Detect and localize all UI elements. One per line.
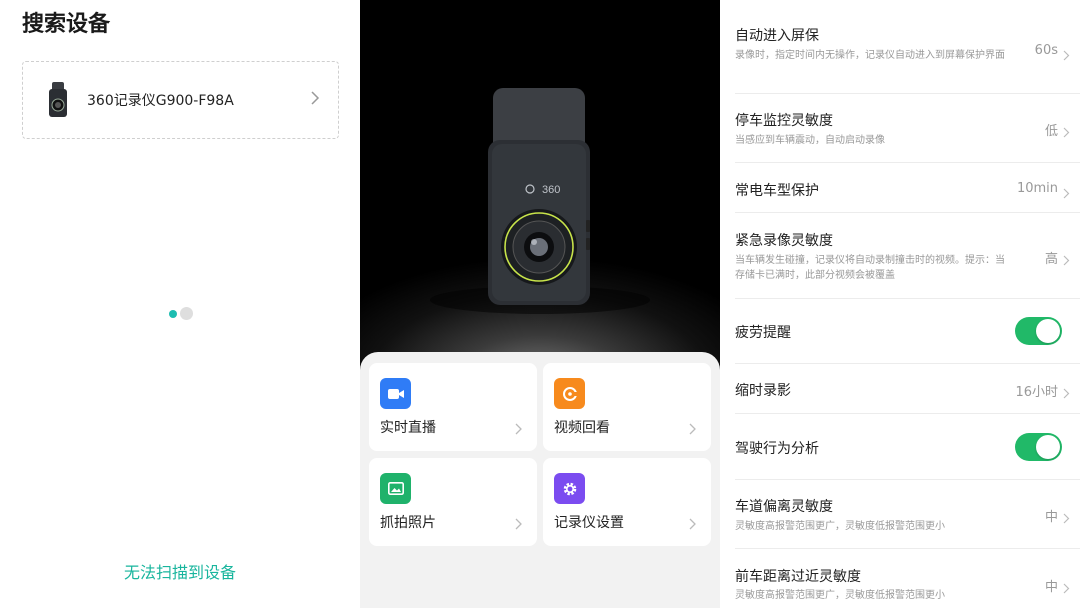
dashcam-thumbnail-icon bbox=[48, 82, 68, 118]
chevron-right-icon bbox=[1063, 184, 1070, 203]
driving-analysis-toggle[interactable] bbox=[1015, 433, 1062, 461]
chevron-right-icon bbox=[515, 515, 523, 534]
setting-row-driving-analysis: 驾驶行为分析 bbox=[735, 414, 1080, 480]
video-camera-icon bbox=[380, 378, 411, 409]
device-name: 360记录仪G900-F98A bbox=[87, 93, 234, 109]
device-hero-banner: 360 bbox=[360, 0, 720, 370]
setting-title: 驾驶行为分析 bbox=[735, 441, 819, 457]
setting-title: 紧急录像灵敏度 bbox=[735, 233, 833, 249]
snapshot-photos-tile[interactable]: 抓拍照片 bbox=[369, 458, 537, 546]
brand-logo-text: 360 bbox=[542, 184, 560, 196]
loading-dot bbox=[180, 307, 193, 320]
setting-title: 自动进入屏保 bbox=[735, 28, 819, 44]
chevron-right-icon bbox=[689, 515, 697, 534]
chevron-right-icon bbox=[515, 420, 523, 439]
recorder-settings-screen: 自动进入屏保 录像时，指定时间内无操作，记录仪自动进入到屏幕保护界面 60s 停… bbox=[720, 0, 1080, 608]
setting-row-fatigue-reminder: 疲劳提醒 bbox=[735, 299, 1080, 364]
setting-value: 低 bbox=[1044, 124, 1058, 139]
setting-description: 当感应到车辆震动，自动启动录像 bbox=[735, 135, 885, 146]
gear-icon bbox=[554, 473, 585, 504]
tile-label: 视频回看 bbox=[554, 420, 610, 436]
toggle-knob bbox=[1036, 435, 1060, 459]
function-panel: 实时直播 视频回看 抓拍照片 记录仪设置 bbox=[360, 352, 720, 608]
chevron-right-icon bbox=[1063, 123, 1070, 142]
setting-title: 前车距离过近灵敏度 bbox=[735, 569, 861, 585]
device-home-screen: 360 实时直播 视频回看 抓拍照片 记录仪设置 bbox=[360, 0, 720, 608]
chevron-right-icon bbox=[1063, 509, 1070, 528]
setting-description: 录像时，指定时间内无操作，记录仪自动进入到屏幕保护界面 bbox=[735, 50, 1005, 61]
setting-value: 10min bbox=[1016, 181, 1058, 196]
setting-title: 车道偏离灵敏度 bbox=[735, 499, 833, 515]
setting-description: 当车辆发生碰撞，记录仪将自动录制撞击时的视频。提示：当存储卡已满时，此部分视频会… bbox=[735, 255, 1005, 281]
setting-title: 停车监控灵敏度 bbox=[735, 113, 833, 129]
no-device-found-link[interactable]: 无法扫描到设备 bbox=[0, 559, 360, 583]
search-device-screen: 搜索设备 360记录仪G900-F98A 无法扫描到设备 bbox=[0, 0, 360, 608]
chevron-right-icon bbox=[1063, 46, 1070, 65]
setting-row-parking-sensitivity[interactable]: 停车监控灵敏度 当感应到车辆震动，自动启动录像 低 bbox=[735, 94, 1080, 163]
setting-value: 60s bbox=[1034, 43, 1058, 58]
chevron-right-icon bbox=[1063, 579, 1070, 598]
loading-indicator bbox=[169, 307, 193, 320]
setting-value: 中 bbox=[1044, 510, 1058, 525]
video-playback-tile[interactable]: 视频回看 bbox=[543, 363, 711, 451]
device-list-item[interactable]: 360记录仪G900-F98A bbox=[22, 61, 339, 139]
photo-icon bbox=[380, 473, 411, 504]
chevron-right-icon bbox=[310, 90, 320, 110]
fatigue-reminder-toggle[interactable] bbox=[1015, 317, 1062, 345]
setting-row-screensaver[interactable]: 自动进入屏保 录像时，指定时间内无操作，记录仪自动进入到屏幕保护界面 60s bbox=[735, 0, 1080, 94]
chevron-right-icon bbox=[1063, 251, 1070, 270]
chevron-right-icon bbox=[1063, 384, 1070, 403]
setting-title: 常电车型保护 bbox=[735, 183, 819, 199]
chevron-right-icon bbox=[689, 420, 697, 439]
setting-title: 疲劳提醒 bbox=[735, 325, 791, 341]
setting-row-forward-distance[interactable]: 前车距离过近灵敏度 灵敏度高报警范围更广，灵敏度低报警范围更小 中 bbox=[735, 549, 1080, 608]
setting-row-power-protection[interactable]: 常电车型保护 10min bbox=[735, 163, 1080, 213]
setting-row-lane-departure[interactable]: 车道偏离灵敏度 灵敏度高报警范围更广，灵敏度低报警范围更小 中 bbox=[735, 480, 1080, 549]
page-title: 搜索设备 bbox=[22, 12, 111, 37]
setting-row-timelapse[interactable]: 缩时录影 16小时 bbox=[735, 364, 1080, 414]
setting-value: 中 bbox=[1044, 580, 1058, 595]
setting-title: 缩时录影 bbox=[735, 383, 791, 399]
recorder-settings-tile[interactable]: 记录仪设置 bbox=[543, 458, 711, 546]
tile-label: 实时直播 bbox=[380, 420, 436, 436]
setting-description: 灵敏度高报警范围更广，灵敏度低报警范围更小 bbox=[735, 521, 945, 532]
setting-value: 高 bbox=[1044, 252, 1058, 267]
live-stream-tile[interactable]: 实时直播 bbox=[369, 363, 537, 451]
setting-row-emergency-sensitivity[interactable]: 紧急录像灵敏度 当车辆发生碰撞，记录仪将自动录制撞击时的视频。提示：当存储卡已满… bbox=[735, 213, 1080, 299]
setting-value: 16小时 bbox=[1015, 385, 1058, 400]
loading-dot bbox=[169, 309, 177, 318]
playback-icon bbox=[554, 378, 585, 409]
toggle-knob bbox=[1036, 319, 1060, 343]
setting-description: 灵敏度高报警范围更广，灵敏度低报警范围更小 bbox=[735, 590, 945, 601]
dashcam-product-image: 360 bbox=[430, 88, 650, 314]
tile-label: 抓拍照片 bbox=[380, 515, 436, 531]
tile-label: 记录仪设置 bbox=[554, 515, 624, 531]
